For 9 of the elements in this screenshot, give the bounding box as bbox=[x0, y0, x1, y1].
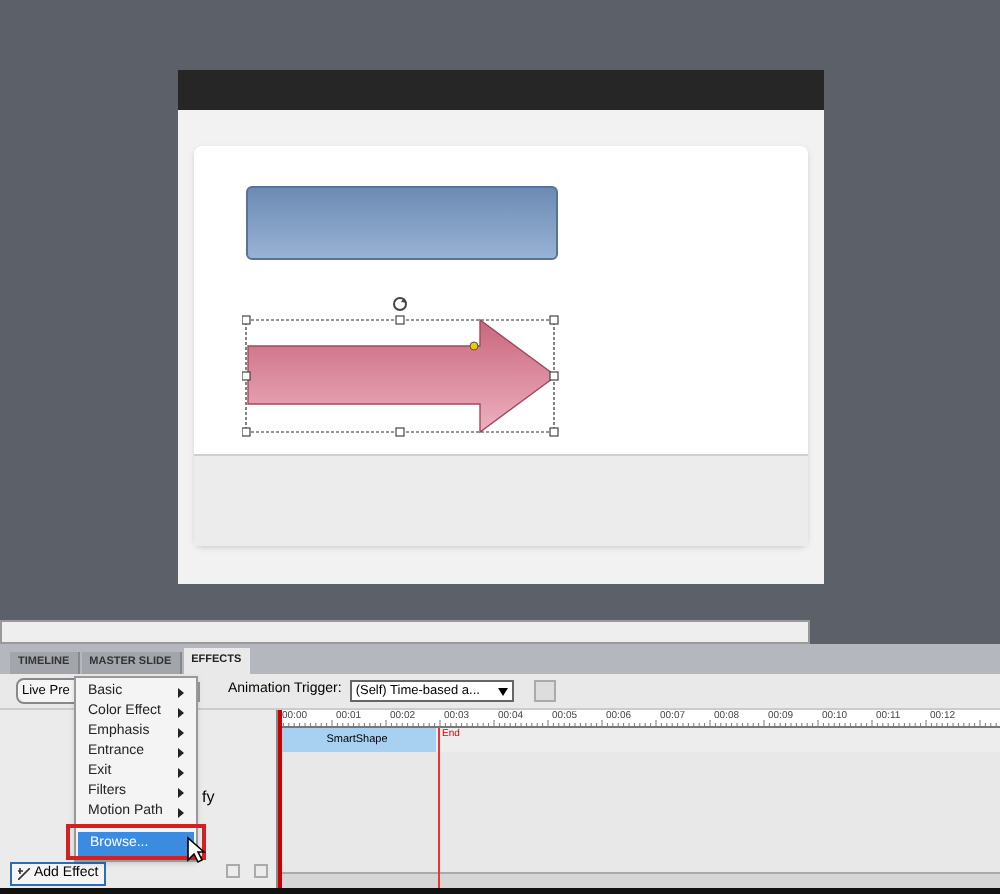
timeline-scrollbar[interactable] bbox=[278, 872, 1000, 888]
rectangle-shape[interactable] bbox=[246, 186, 558, 260]
rotate-handle-icon[interactable] bbox=[392, 296, 408, 312]
toolbar-icon[interactable] bbox=[533, 680, 556, 702]
horizontal-scrollbar[interactable] bbox=[0, 620, 810, 644]
effect-icon bbox=[18, 868, 30, 880]
effect-label: fy bbox=[202, 786, 215, 810]
highlight-frame bbox=[66, 824, 206, 860]
caret-icon bbox=[497, 687, 508, 695]
